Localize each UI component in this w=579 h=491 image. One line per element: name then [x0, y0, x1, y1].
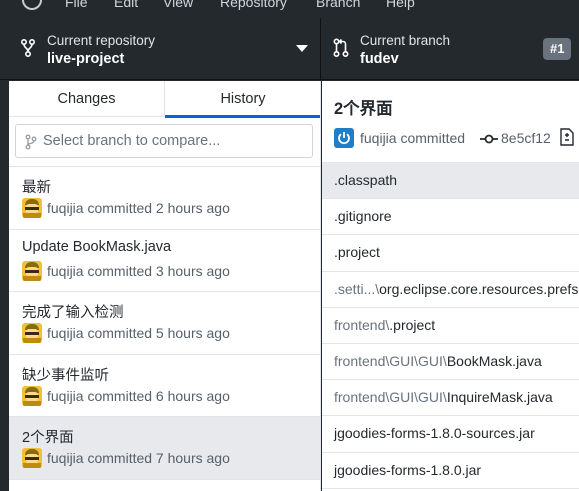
menu-bar: File Edit View Repository Branch Help: [0, 0, 579, 18]
menu-file[interactable]: File: [65, 0, 88, 10]
file-list-item[interactable]: frontend\.project: [322, 308, 579, 344]
github-logo-icon: [22, 0, 42, 10]
commit-list-item[interactable]: Update BookMask.java fuqijia committed 3…: [9, 230, 320, 292]
tab-history[interactable]: History: [165, 81, 320, 118]
commit-title: 2个界面: [22, 430, 74, 446]
file-path: .classpath: [334, 172, 397, 188]
file-name: .gitignore: [334, 208, 392, 225]
commit-list-item[interactable]: 完成了输入检测 fuqijia committed 5 hours ago: [9, 292, 320, 355]
changed-files-list: .classpath .gitignore .project .setti...…: [322, 163, 579, 489]
current-repository-button[interactable]: Current repository live-project: [9, 18, 321, 80]
file-list-item[interactable]: .project: [322, 235, 579, 272]
file-name: BookMask.java: [446, 352, 542, 369]
file-directory: .setti...\: [334, 280, 380, 297]
pull-request-badge[interactable]: #1: [543, 38, 572, 60]
file-list-item[interactable]: frontend\GUI\GUI\InquireMask.java: [322, 380, 579, 417]
menu-help[interactable]: Help: [386, 0, 415, 10]
avatar: [22, 260, 42, 281]
file-list-item-selected[interactable]: .classpath: [322, 163, 579, 200]
branch-compare-input[interactable]: [43, 125, 305, 157]
file-path: .setti...\org.eclipse.core.resources.pre…: [334, 281, 578, 297]
file-name: jgoodies-forms-1.8.0.jar: [334, 461, 482, 478]
commit-summary: 2个界面: [334, 100, 393, 118]
commit-author-time: fuqijia committed 7 hours ago: [47, 450, 230, 466]
file-name: InquireMask.java: [446, 389, 553, 406]
chevron-down-icon: [296, 45, 308, 52]
commit-list-item-selected[interactable]: 2个界面 fuqijia committed 7 hours ago: [9, 417, 320, 480]
commit-author-time: fuqijia committed 5 hours ago: [47, 325, 230, 341]
file-list-item[interactable]: jgoodies-forms-1.8.0.jar: [322, 453, 579, 489]
menu-view[interactable]: View: [163, 0, 193, 10]
git-commit-icon: [480, 132, 498, 144]
branch-icon: [25, 134, 37, 150]
file-name: .project: [334, 244, 380, 261]
file-path: frontend\.project: [334, 317, 435, 333]
menu-edit[interactable]: Edit: [114, 0, 138, 10]
file-diff-icon[interactable]: [560, 128, 574, 146]
avatar: [22, 385, 42, 406]
pull-request-icon: [333, 38, 349, 58]
current-branch-button[interactable]: Current branch fudev #1: [322, 18, 579, 80]
commit-author: fuqijia committed: [360, 130, 466, 146]
avatar: [22, 323, 42, 343]
commit-list-item[interactable]: 缺少事件监听 fuqijia committed 6 hours ago: [9, 355, 320, 417]
branch-compare-box[interactable]: [15, 124, 313, 158]
file-directory: frontend\: [334, 316, 390, 333]
file-directory: frontend\GUI\GUI\: [334, 352, 447, 369]
file-name: jgoodies-forms-1.8.0-sources.jar: [334, 425, 535, 442]
commit-sha[interactable]: 8e5cf12: [501, 130, 551, 146]
commit-title: 缺少事件监听: [22, 367, 109, 384]
file-list-item[interactable]: .setti...\org.eclipse.core.resources.pre…: [322, 272, 579, 308]
file-path: .project: [334, 244, 380, 260]
file-path: jgoodies-forms-1.8.0.jar: [334, 462, 481, 478]
commit-title: Update BookMask.java: [22, 238, 172, 255]
repository-icon: [20, 38, 36, 58]
avatar: [334, 128, 354, 148]
file-name: org.eclipse.core.resources.prefs: [379, 280, 579, 297]
commit-author-time: fuqijia committed 3 hours ago: [47, 262, 230, 279]
file-list-item[interactable]: frontend\GUI\GUI\BookMask.java: [322, 344, 579, 381]
commit-list: 最新 fuqijia committed 2 hours ago Update …: [9, 167, 320, 480]
branch-name: fudev: [360, 51, 399, 67]
branch-label: Current branch: [360, 33, 451, 48]
commit-author-time: fuqijia committed 6 hours ago: [47, 387, 230, 404]
repository-name: live-project: [47, 51, 125, 67]
file-name: .project: [389, 316, 436, 333]
menu-branch[interactable]: Branch: [316, 0, 360, 10]
repository-label: Current repository: [47, 33, 156, 48]
commit-title: 完成了输入检测: [22, 305, 124, 321]
file-path: frontend\GUI\GUI\InquireMask.java: [334, 389, 553, 405]
tab-changes[interactable]: Changes: [9, 81, 165, 117]
file-name: .classpath: [334, 172, 398, 188]
avatar: [22, 198, 42, 218]
commit-title: 最新: [22, 180, 51, 196]
commit-details-pane: 2个界面 fuqijia committed 8e5cf12 .classpat…: [322, 81, 579, 491]
history-sidebar: Changes History 最新 fuqijia committed 2 h…: [9, 81, 321, 491]
file-list-item[interactable]: jgoodies-forms-1.8.0-sources.jar: [322, 416, 579, 453]
commit-author-time: fuqijia committed 2 hours ago: [47, 200, 230, 216]
menu-repository[interactable]: Repository: [220, 0, 287, 10]
file-directory: frontend\GUI\GUI\: [334, 389, 447, 406]
file-path: .gitignore: [334, 208, 392, 224]
file-path: frontend\GUI\GUI\BookMask.java: [334, 353, 542, 369]
file-path: jgoodies-forms-1.8.0-sources.jar: [334, 425, 535, 441]
file-list-item[interactable]: .gitignore: [322, 199, 579, 236]
commit-list-item[interactable]: 最新 fuqijia committed 2 hours ago: [9, 167, 320, 230]
sidebar-tabs: Changes History: [9, 81, 320, 118]
toolbar: Current repository live-project Current …: [0, 18, 579, 80]
avatar: [22, 448, 42, 468]
